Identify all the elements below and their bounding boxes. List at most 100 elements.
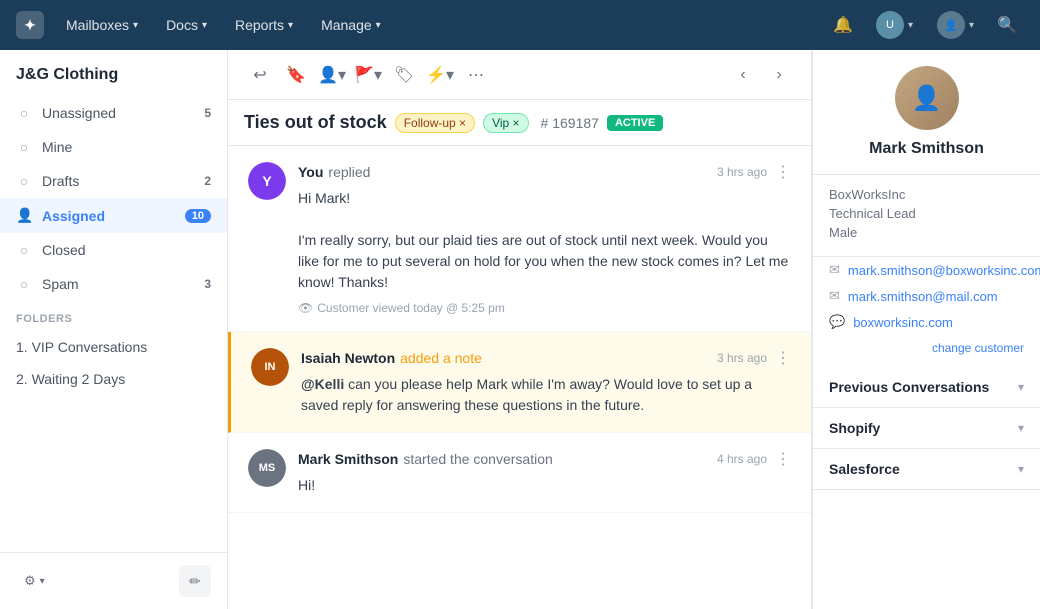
settings-chevron: ▾ xyxy=(40,576,45,587)
panel-previous-conversations: Previous Conversations xyxy=(813,367,1040,408)
email-link-1[interactable]: mark.smithson@boxworksinc.com xyxy=(848,263,1040,278)
conversation-messages: Y You replied 3 hrs ago ⋮ Hi Mark! I'm r… xyxy=(228,146,811,609)
contact-avatar: 👤 xyxy=(895,66,959,130)
compose-button[interactable]: ✏ xyxy=(179,565,211,597)
chevron-down-icon xyxy=(1018,421,1024,435)
conversation-id: # 169187 xyxy=(541,115,599,131)
message-item: Y You replied 3 hrs ago ⋮ Hi Mark! I'm r… xyxy=(228,146,811,332)
sidebar-item-mine[interactable]: ○ Mine xyxy=(0,130,227,164)
unassigned-icon: ○ xyxy=(16,105,32,121)
more-button[interactable]: ⋯ xyxy=(460,59,492,91)
message-body: Hi Mark! I'm really sorry, but our plaid… xyxy=(298,188,791,293)
message-body: @Kelli can you please help Mark while I'… xyxy=(301,374,791,416)
next-conv-button[interactable]: › xyxy=(763,59,795,91)
sidebar-item-closed[interactable]: ○ Closed xyxy=(0,233,227,267)
message-item: IN Isaiah Newton added a note 3 hrs ago … xyxy=(228,332,811,433)
message-action: started the conversation xyxy=(403,451,552,467)
nav-reports[interactable]: Reports ▾ xyxy=(225,11,303,39)
message-content: You replied 3 hrs ago ⋮ Hi Mark! I'm rea… xyxy=(298,162,791,315)
status-button[interactable]: 🚩▾ xyxy=(352,59,384,91)
workflow-button[interactable]: ⚡▾ xyxy=(424,59,456,91)
message-body: Hi! xyxy=(298,475,791,496)
panel-salesforce-header[interactable]: Salesforce xyxy=(813,449,1040,489)
sidebar-item-spam[interactable]: ○ Spam 3 xyxy=(0,267,227,301)
tag-vip[interactable]: Vip × xyxy=(483,113,528,133)
mine-icon: ○ xyxy=(16,139,32,155)
sidebar-item-unassigned[interactable]: ○ Unassigned 5 xyxy=(0,96,227,130)
contact-email-1: ✉ mark.smithson@boxworksinc.com xyxy=(813,257,1040,283)
sender-avatar: MS xyxy=(248,449,286,487)
message-time: 4 hrs ago xyxy=(717,452,767,466)
sidebar-bottom: ⚙ ▾ ✏ xyxy=(0,552,227,609)
message-menu-button[interactable]: ⋮ xyxy=(775,449,791,469)
tag-followup[interactable]: Follow-up × xyxy=(395,113,475,133)
gear-icon: ⚙ xyxy=(24,573,36,589)
email-link-2[interactable]: mark.smithson@mail.com xyxy=(848,289,998,304)
message-action: added a note xyxy=(400,350,482,366)
snooze-button[interactable]: 🔖 xyxy=(280,59,312,91)
contact-website: 💬 boxworksinc.com xyxy=(813,309,1040,335)
user-avatar-button[interactable]: U ▾ xyxy=(868,7,921,43)
panel-previous-title: Previous Conversations xyxy=(829,379,989,395)
chat-icon: 💬 xyxy=(829,314,845,330)
panel-shopify-header[interactable]: Shopify xyxy=(813,408,1040,448)
contact-info: BoxWorksInc Technical Lead Male xyxy=(813,175,1040,257)
folder-vip[interactable]: 1. VIP Conversations xyxy=(0,331,227,363)
message-menu-button[interactable]: ⋮ xyxy=(775,348,791,368)
nav-arrows: ‹ › xyxy=(727,59,795,91)
settings-button[interactable]: ⚙ ▾ xyxy=(16,569,53,593)
org-name: J&G Clothing xyxy=(0,50,227,96)
conversation-title: Ties out of stock xyxy=(244,112,387,133)
nav-right-actions: 🔔 U ▾ 👤 ▾ 🔍 xyxy=(826,7,1024,43)
change-customer-section: change customer xyxy=(813,335,1040,367)
message-header: You replied 3 hrs ago ⋮ xyxy=(298,162,791,182)
message-action: replied xyxy=(328,164,370,180)
folder-waiting[interactable]: 2. Waiting 2 Days xyxy=(0,363,227,395)
panel-salesforce-title: Salesforce xyxy=(829,461,900,477)
message-content: Mark Smithson started the conversation 4… xyxy=(298,449,791,496)
message-time: 3 hrs ago xyxy=(717,351,767,365)
message-header: Isaiah Newton added a note 3 hrs ago ⋮ xyxy=(301,348,791,368)
status-badge: ACTIVE xyxy=(607,115,663,131)
sidebar-item-assigned[interactable]: 👤 Assigned 10 xyxy=(0,198,227,233)
message-menu-button[interactable]: ⋮ xyxy=(775,162,791,182)
nav-manage[interactable]: Manage ▾ xyxy=(311,11,391,39)
conversation-area: ↩ 🔖 👤▾ 🚩▾ 🏷 ⚡▾ ⋯ ‹ › Ties out of stock F… xyxy=(228,50,812,609)
email-icon: ✉ xyxy=(829,262,840,278)
panel-shopify-title: Shopify xyxy=(829,420,880,436)
nav-mailboxes[interactable]: Mailboxes ▾ xyxy=(56,11,148,39)
app-logo: ✦ xyxy=(16,11,44,39)
email-icon-2: ✉ xyxy=(829,288,840,304)
notification-bell-icon[interactable]: 🔔 xyxy=(826,8,860,42)
user-avatar: U xyxy=(876,11,904,39)
back-button[interactable]: ↩ xyxy=(244,59,276,91)
panel-previous-header[interactable]: Previous Conversations xyxy=(813,367,1040,407)
contact-company: BoxWorksInc xyxy=(829,187,1024,202)
contact-avatar-button[interactable]: 👤 ▾ xyxy=(929,7,982,43)
message-sender: Isaiah Newton xyxy=(301,350,395,366)
right-panel: 👤 Mark Smithson BoxWorksInc Technical Le… xyxy=(812,50,1040,609)
chevron-down-icon xyxy=(1018,380,1024,394)
contact-name: Mark Smithson xyxy=(829,140,1024,158)
chevron-down-icon xyxy=(1018,462,1024,476)
search-icon[interactable]: 🔍 xyxy=(990,8,1024,42)
nav-docs[interactable]: Docs ▾ xyxy=(156,11,217,39)
main-layout: J&G Clothing ○ Unassigned 5 ○ Mine ○ Dra… xyxy=(0,50,1040,609)
message-sender: You xyxy=(298,164,323,180)
eye-icon: 👁 xyxy=(298,301,313,315)
contact-gender: Male xyxy=(829,225,1024,240)
contact-email-2: ✉ mark.smithson@mail.com xyxy=(813,283,1040,309)
sidebar-item-drafts[interactable]: ○ Drafts 2 xyxy=(0,164,227,198)
closed-icon: ○ xyxy=(16,242,32,258)
panel-salesforce: Salesforce xyxy=(813,449,1040,490)
message-time: 3 hrs ago xyxy=(717,165,767,179)
drafts-icon: ○ xyxy=(16,173,32,189)
prev-conv-button[interactable]: ‹ xyxy=(727,59,759,91)
assigned-icon: 👤 xyxy=(16,207,32,224)
panel-shopify: Shopify xyxy=(813,408,1040,449)
change-customer-link[interactable]: change customer xyxy=(932,341,1024,355)
label-button[interactable]: 🏷 xyxy=(388,59,420,91)
website-link[interactable]: boxworksinc.com xyxy=(853,315,953,330)
assign-button[interactable]: 👤▾ xyxy=(316,59,348,91)
message-sender: Mark Smithson xyxy=(298,451,398,467)
